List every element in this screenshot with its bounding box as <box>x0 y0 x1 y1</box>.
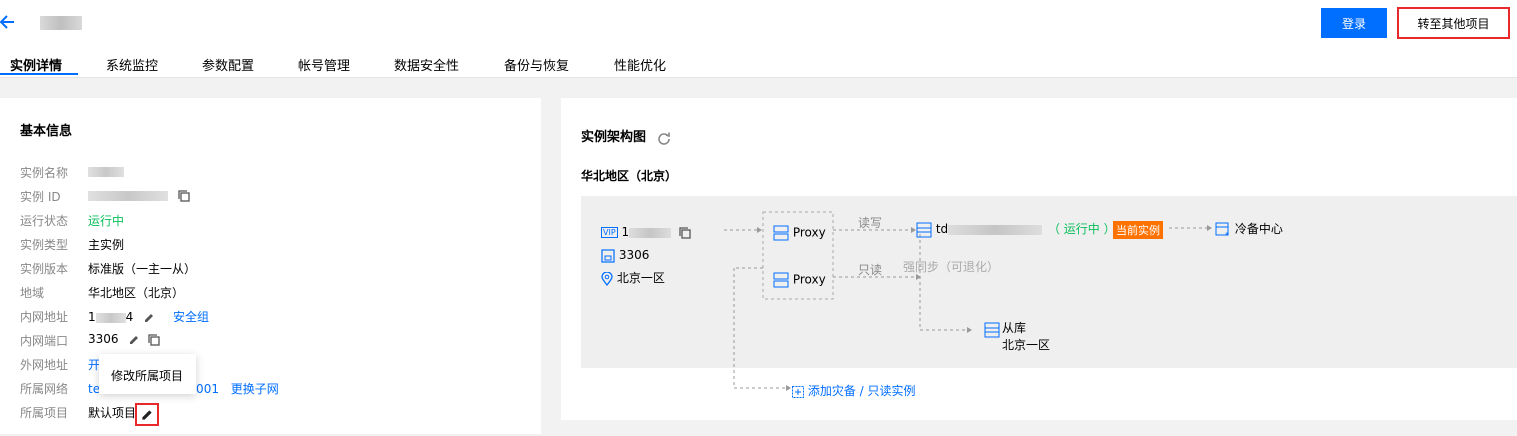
proxy-node-1[interactable]: Proxy <box>773 225 826 241</box>
label-instance-id: 实例 ID <box>20 190 61 204</box>
back-arrow-icon[interactable] <box>0 12 18 32</box>
cold-backup-node: * 冷备中心 <box>1215 220 1283 238</box>
label-instance-type: 实例类型 <box>20 238 69 252</box>
tab-instance-details[interactable]: 实例详情 <box>10 55 62 74</box>
add-instance-link[interactable]: 添加灾备 / 只读实例 <box>792 382 916 399</box>
location-pin-icon <box>601 271 613 286</box>
row-instance-id: 实例 ID <box>20 188 520 206</box>
sync-label: 强同步（可退化） <box>903 260 1000 274</box>
label-instance-version: 实例版本 <box>20 262 69 276</box>
edit-icon[interactable] <box>140 408 154 422</box>
vip-address: VIP 1 <box>601 225 691 239</box>
value-region: 华北地区（北京） <box>88 286 185 300</box>
database-icon <box>984 322 1000 338</box>
row-region: 地域 华北地区（北京） <box>20 284 520 302</box>
value-instance-id <box>88 188 190 202</box>
copy-icon[interactable] <box>679 226 691 239</box>
instance-title <box>40 16 82 30</box>
plus-icon <box>792 385 804 398</box>
server-icon <box>773 272 789 288</box>
refresh-icon[interactable] <box>657 131 671 145</box>
row-instance-type: 实例类型 主实例 <box>20 236 520 254</box>
basic-info-panel: 基本信息 实例名称 实例 ID 运行状态 运行中 实例类型 主实例 实例版本 标… <box>0 98 541 434</box>
cold-backup-icon: * <box>1215 222 1229 238</box>
read-write-label: 读写 <box>858 216 883 230</box>
label-run-status: 运行状态 <box>20 214 69 228</box>
active-tab-indicator <box>0 73 78 75</box>
copy-icon[interactable] <box>178 189 190 202</box>
row-instance-version: 实例版本 标准版（一主一从） <box>20 260 520 278</box>
svg-text:*: * <box>1225 231 1229 238</box>
private-address-suffix: 4 <box>125 310 134 324</box>
login-button[interactable]: 登录 <box>1321 8 1387 38</box>
copy-icon[interactable] <box>148 333 160 346</box>
label-instance-name: 实例名称 <box>20 166 69 180</box>
tab-backup-restore[interactable]: 备份与恢复 <box>504 55 569 74</box>
private-port-value: 3306 <box>88 332 119 346</box>
port-value: 3306 <box>601 248 649 263</box>
architecture-diagram: VIP 1 3306 北京一区 Proxy Proxy 读写 只读 强同步（可退… <box>581 196 1517 391</box>
row-network: 所属网络 te 8-001 更换子网 <box>20 380 520 398</box>
architecture-panel: 实例架构图 华北地区（北京） VIP 1 3306 北京一区 Proxy Pro… <box>561 98 1517 420</box>
change-subnet-link[interactable]: 更换子网 <box>231 382 279 396</box>
slave-zone: 北京一区 <box>1002 338 1051 352</box>
row-private-address: 内网地址 1 4 安全组 <box>20 308 520 326</box>
top-bar: 登录 转至其他项目 实例详情 系统监控 参数配置 帐号管理 数据安全性 备份与恢… <box>0 0 1517 78</box>
value-private-address: 1 4 安全组 <box>88 308 209 325</box>
edit-icon[interactable] <box>143 312 155 324</box>
current-instance-badge: 当前实例 <box>1113 221 1163 239</box>
slave-node[interactable]: 从库 北京一区 <box>984 319 1050 353</box>
tab-performance[interactable]: 性能优化 <box>614 55 666 74</box>
row-private-port: 内网端口 3306 <box>20 332 520 350</box>
value-instance-name <box>88 164 124 178</box>
port-icon <box>601 248 615 263</box>
tab-data-security[interactable]: 数据安全性 <box>394 55 459 74</box>
label-public-address: 外网地址 <box>20 358 69 372</box>
modify-project-tooltip: 修改所属项目 <box>99 354 196 394</box>
database-icon <box>916 222 932 237</box>
value-run-status: 运行中 <box>88 214 125 228</box>
row-run-status: 运行状态 运行中 <box>20 212 520 230</box>
label-region: 地域 <box>20 286 45 300</box>
architecture-title: 实例架构图 <box>581 126 671 145</box>
row-project: 所属项目 默认项目 <box>20 404 520 422</box>
value-project: 默认项目 <box>88 406 137 420</box>
private-address-prefix: 1 <box>88 310 96 324</box>
slave-label: 从库 <box>1002 321 1027 335</box>
label-private-port: 内网端口 <box>20 334 69 348</box>
security-group-link[interactable]: 安全组 <box>173 310 209 324</box>
read-only-label: 只读 <box>858 263 883 277</box>
tab-account-management[interactable]: 帐号管理 <box>298 55 350 74</box>
row-instance-name: 实例名称 <box>20 164 520 182</box>
master-status: （ 运行中 ） <box>1047 222 1116 236</box>
zone-value: 北京一区 <box>601 269 665 286</box>
transfer-project-button[interactable]: 转至其他项目 <box>1397 7 1510 39</box>
value-instance-type: 主实例 <box>88 238 125 252</box>
value-private-port: 3306 <box>88 332 160 346</box>
value-instance-version: 标准版（一主一从） <box>88 262 197 276</box>
proxy-node-2[interactable]: Proxy <box>773 272 826 288</box>
server-icon <box>773 225 789 241</box>
edit-project-button[interactable] <box>135 403 159 426</box>
label-private-address: 内网地址 <box>20 310 69 324</box>
region-title: 华北地区（北京） <box>581 169 678 183</box>
label-project: 所属项目 <box>20 406 69 420</box>
vip-icon: VIP <box>601 227 618 238</box>
tab-system-monitor[interactable]: 系统监控 <box>106 55 158 74</box>
basic-info-title: 基本信息 <box>20 124 73 139</box>
master-node[interactable]: td （ 运行中 ） <box>916 220 1116 238</box>
tab-parameter-config[interactable]: 参数配置 <box>202 55 254 74</box>
edit-icon[interactable] <box>128 334 140 346</box>
label-network: 所属网络 <box>20 382 69 396</box>
row-public-address: 外网地址 开 <box>20 356 520 374</box>
